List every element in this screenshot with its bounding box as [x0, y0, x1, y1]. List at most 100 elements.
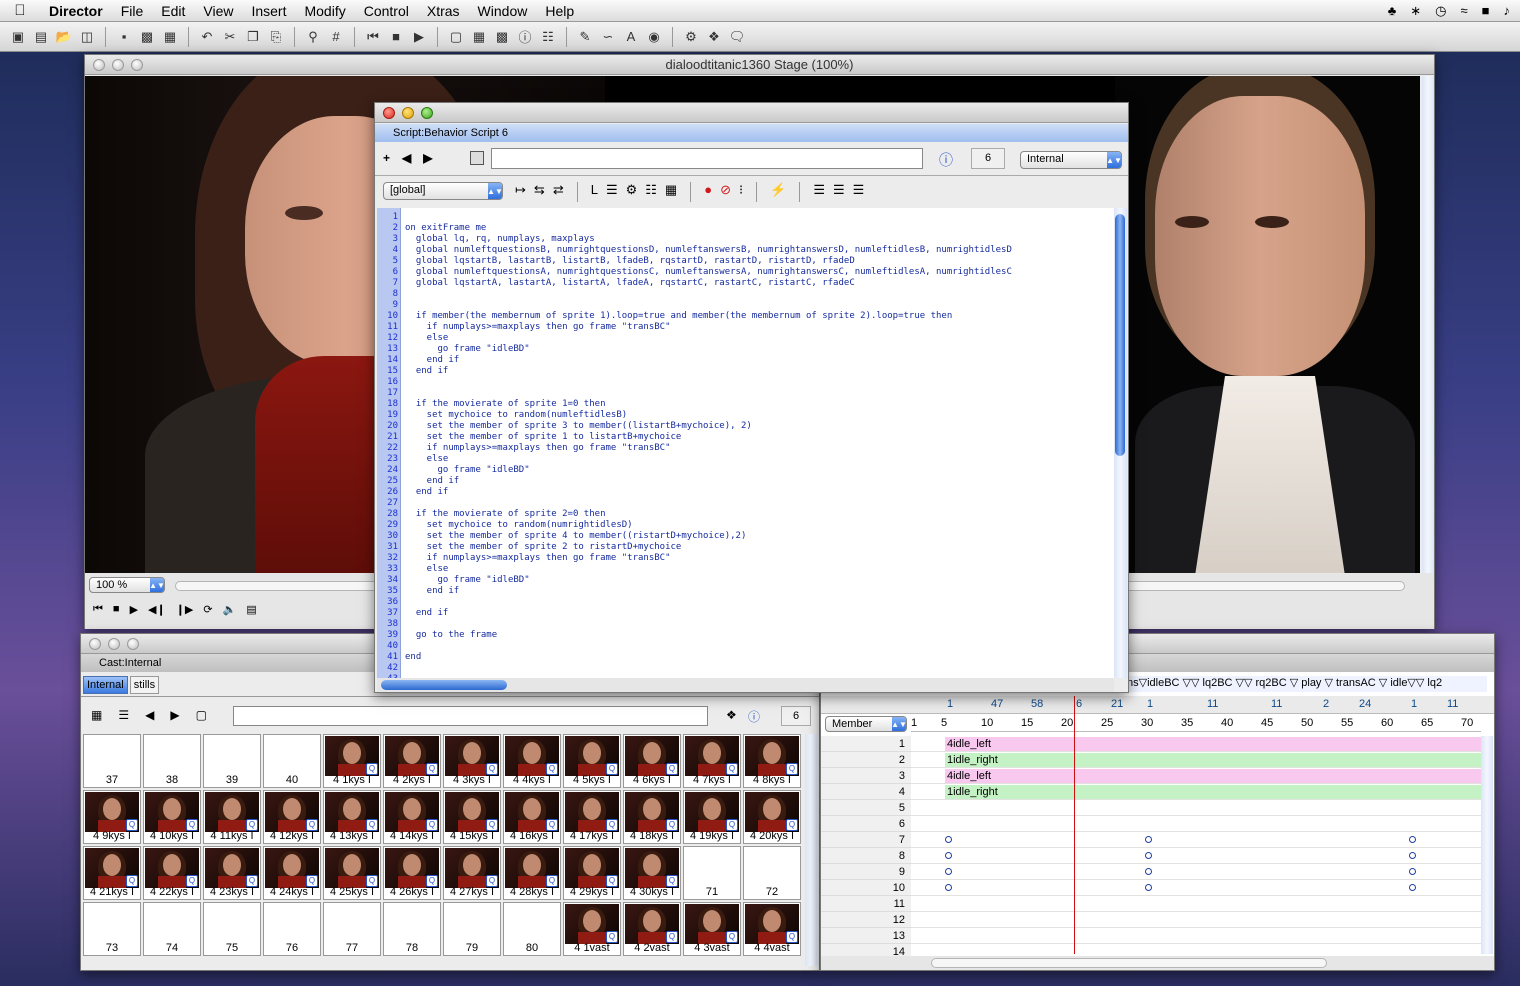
cast-member[interactable]: 72 [743, 846, 801, 900]
previous-script-icon[interactable]: ◀ [402, 151, 411, 165]
cast-vertical-scrollbar[interactable] [805, 734, 817, 966]
code-line[interactable]: global numleftquestionsA, numrightquesti… [405, 267, 1012, 278]
code-line[interactable]: end if [405, 487, 449, 498]
next-script-icon[interactable]: ▶ [423, 151, 432, 165]
channel-number[interactable]: 11 [821, 896, 911, 912]
uncomment-icon[interactable]: ⇄ [553, 182, 564, 202]
bluetooth-icon[interactable]: ∗ [1410, 3, 1421, 19]
cast-member[interactable]: Q4 23kys I [203, 846, 261, 900]
menu-modify[interactable]: Modify [295, 0, 354, 22]
channel-number[interactable]: 4 [821, 784, 911, 800]
find-icon[interactable]: ⚲ [303, 27, 323, 47]
cast-member-name-field[interactable] [233, 706, 708, 726]
cast-member[interactable]: 39 [203, 734, 261, 788]
menu-view[interactable]: View [194, 0, 242, 22]
toggle-breakpoint-icon[interactable]: ● [704, 182, 712, 202]
rewind-icon[interactable]: ⏮ [93, 603, 103, 616]
lingo-elements-icon[interactable]: L [591, 182, 598, 202]
code-line[interactable]: global lqstartB, lastartB, listartB, lfa… [405, 256, 855, 267]
menu-insert[interactable]: Insert [242, 0, 295, 22]
code-line[interactable]: go frame "idleBD" [405, 575, 530, 586]
cast-member[interactable]: Q4 20kys I [743, 790, 801, 844]
channel-number[interactable]: 5 [821, 800, 911, 816]
code-line[interactable]: global numleftquestionsB, numrightquesti… [405, 245, 1012, 256]
zoom-button[interactable] [127, 638, 139, 650]
cast-member[interactable]: Q4 18kys I [623, 790, 681, 844]
time-machine-icon[interactable]: ◷ [1435, 3, 1446, 19]
volume-icon[interactable]: 🔈 [223, 603, 237, 616]
cast-member[interactable]: 73 [83, 902, 141, 956]
code-line[interactable]: end if [405, 476, 460, 487]
code-line[interactable]: else [405, 454, 449, 465]
library-icon[interactable]: ☷ [538, 27, 558, 47]
save-all-icon[interactable]: ▩ [137, 27, 157, 47]
sprite-keyframe[interactable] [1409, 884, 1416, 891]
cast-member[interactable]: Q4 10kys I [143, 790, 201, 844]
cast-member[interactable]: 79 [443, 902, 501, 956]
sprite-keyframe[interactable] [1409, 852, 1416, 859]
code-line[interactable]: end if [405, 366, 449, 377]
sprite-keyframe[interactable] [1145, 852, 1152, 859]
zoom-button[interactable] [421, 107, 433, 119]
cast-member[interactable]: Q4 22kys I [143, 846, 201, 900]
menu-app-name[interactable]: Director [40, 0, 112, 22]
sprite-keyframe[interactable] [1409, 836, 1416, 843]
step-forward-icon[interactable]: ❙▶ [176, 603, 194, 616]
sprite-span[interactable]: 4idle_left [945, 769, 1481, 783]
code-line[interactable]: go to the frame [405, 630, 497, 641]
go-to-handler-icon[interactable]: ↦ [515, 182, 526, 202]
cast-member[interactable]: Q4 19kys I [683, 790, 741, 844]
info-icon[interactable]: ⓘ [748, 708, 760, 725]
tab-stills[interactable]: stills [129, 676, 160, 694]
sprite-span[interactable]: 4idle_left [945, 737, 1481, 751]
stop-icon[interactable]: ■ [386, 27, 406, 47]
auto-format-icon[interactable]: ☰ [853, 182, 865, 202]
apple-menu-icon[interactable]:  [0, 2, 40, 19]
cast-member[interactable]: Q4 11kys I [203, 790, 261, 844]
selected-frames-icon[interactable]: ▤ [246, 603, 256, 616]
drag-member-icon[interactable] [470, 151, 484, 165]
handler-scope-select[interactable]: [global] ▲▼ [383, 182, 503, 200]
channel-number[interactable]: 13 [821, 928, 911, 944]
tempo-value[interactable]: 2 [1323, 698, 1329, 710]
cast-member[interactable]: Q4 5kys I [563, 734, 621, 788]
script-icon[interactable]: ❖ [726, 708, 737, 722]
channel-number[interactable]: 12 [821, 912, 911, 928]
script-browser-icon[interactable]: ▦ [665, 182, 677, 202]
tempo-value[interactable]: 1 [1411, 698, 1417, 710]
message-window-icon[interactable]: 🗨 [727, 27, 747, 47]
wifi-icon[interactable]: ≈ [1461, 3, 1468, 19]
cast-member[interactable]: Q4 12kys I [263, 790, 321, 844]
sprite-keyframe[interactable] [945, 836, 952, 843]
channel-number[interactable]: 7 [821, 832, 911, 848]
script-editor[interactable]: 1 2 3 4 5 6 7 8 9 10 11 12 13 14 15 16 17 18 19 20 21 22 23 24 2… [377, 208, 1114, 678]
playhead[interactable] [1074, 696, 1075, 954]
volume-icon[interactable]: ♪ [1504, 3, 1511, 19]
sprite-keyframe[interactable] [1409, 868, 1416, 875]
code-line[interactable]: global lqstartA, lastartA, listartA, lfa… [405, 278, 855, 289]
score-window-icon[interactable]: ▩ [492, 27, 512, 47]
code-line[interactable]: set the member of sprite 1 to listartB+m… [405, 432, 682, 443]
loop-icon[interactable]: ⟳ [203, 603, 212, 616]
code-line[interactable]: if the movierate of sprite 1=0 then [405, 399, 606, 410]
cast-member[interactable]: Q4 8kys I [743, 734, 801, 788]
minimize-button[interactable] [108, 638, 120, 650]
menu-help[interactable]: Help [536, 0, 583, 22]
cast-member[interactable]: Q4 9kys I [83, 790, 141, 844]
cast-member[interactable]: 76 [263, 902, 321, 956]
sprite-keyframe[interactable] [945, 868, 952, 875]
code-line[interactable]: if numplays>=maxplays then go frame "tra… [405, 322, 671, 333]
code-line[interactable]: if the movierate of sprite 2=0 then [405, 509, 606, 520]
cast-member[interactable]: Q4 3vast [683, 902, 741, 956]
comment-icon[interactable]: ⇆ [534, 182, 545, 202]
minimize-button[interactable] [402, 107, 414, 119]
menu-edit[interactable]: Edit [152, 0, 194, 22]
tempo-value[interactable]: 24 [1359, 698, 1371, 710]
code-line[interactable]: set the member of sprite 3 to member((li… [405, 421, 752, 432]
code-line[interactable]: end if [405, 586, 460, 597]
scrollbar-thumb[interactable] [1115, 214, 1125, 456]
cast-member[interactable]: Q4 26kys I [383, 846, 441, 900]
close-button[interactable] [93, 59, 105, 71]
undo-icon[interactable]: ↶ [197, 27, 217, 47]
channel-number[interactable]: 1 [821, 736, 911, 752]
